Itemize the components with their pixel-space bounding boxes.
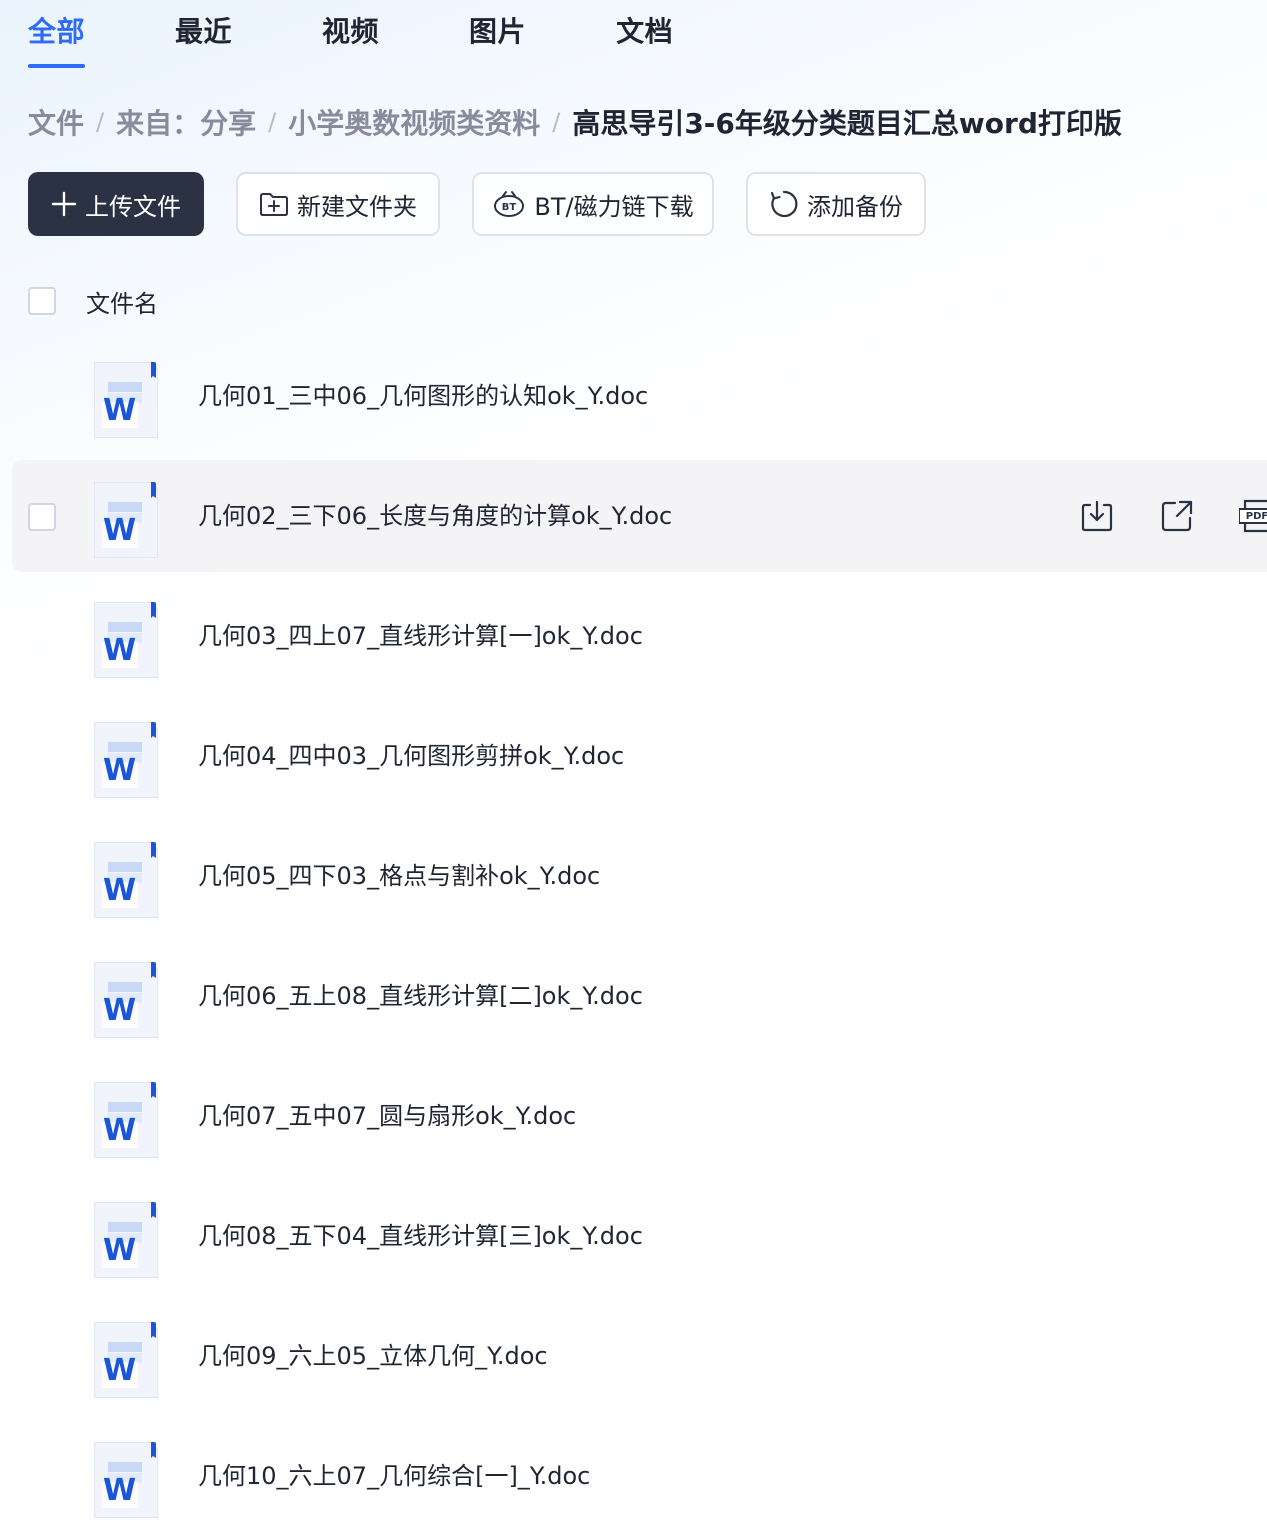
word-doc-icon: W — [93, 1441, 159, 1519]
word-letter: W — [103, 753, 137, 788]
download-icon[interactable] — [1078, 497, 1116, 535]
file-row[interactable]: W 几何06_五上08_直线形计算[二]ok_Y.doc — [12, 940, 1267, 1052]
file-row[interactable]: W 几何02_三下06_长度与角度的计算ok_Y.doc PDF — [12, 460, 1267, 572]
file-name[interactable]: 几何03_四上07_直线形计算[一]ok_Y.doc — [198, 580, 643, 692]
filename-column-header: 文件名 — [86, 289, 158, 318]
word-doc-icon: W — [93, 481, 159, 559]
pdf-label: PDF — [1245, 510, 1267, 522]
plus-icon — [51, 191, 77, 217]
word-letter: W — [103, 1473, 137, 1508]
file-name[interactable]: 几何01_三中06_几何图形的认知ok_Y.doc — [198, 340, 648, 452]
breadcrumb-separator: / — [268, 108, 277, 136]
word-doc-icon: W — [93, 361, 159, 439]
file-name[interactable]: 几何02_三下06_长度与角度的计算ok_Y.doc — [198, 460, 672, 572]
file-name[interactable]: 几何05_四下03_格点与割补ok_Y.doc — [198, 820, 600, 932]
breadcrumb-separator: / — [552, 108, 561, 136]
file-row[interactable]: W 几何01_三中06_几何图形的认知ok_Y.doc — [12, 340, 1267, 452]
bt-download-label: BT/磁力链下载 — [534, 192, 694, 221]
word-doc-icon: W — [93, 601, 159, 679]
row-checkbox[interactable] — [28, 503, 56, 531]
word-letter: W — [103, 1233, 137, 1268]
add-backup-button[interactable]: 添加备份 — [746, 172, 926, 236]
word-letter: W — [103, 1113, 137, 1148]
pdf-convert-icon[interactable]: PDF — [1238, 497, 1267, 535]
file-row[interactable]: W 几何09_六上05_立体几何_Y.doc — [12, 1300, 1267, 1412]
new-folder-button[interactable]: 新建文件夹 — [236, 172, 440, 236]
file-row[interactable]: W 几何05_四下03_格点与割补ok_Y.doc — [12, 820, 1267, 932]
word-letter: W — [103, 393, 137, 428]
word-doc-icon: W — [93, 1321, 159, 1399]
tab-video[interactable]: 视频 — [322, 10, 379, 68]
upload-file-label: 上传文件 — [85, 192, 181, 221]
tab-images[interactable]: 图片 — [469, 10, 526, 68]
file-row[interactable]: W 几何07_五中07_圆与扇形ok_Y.doc — [12, 1060, 1267, 1172]
sync-icon — [769, 189, 799, 219]
word-doc-icon: W — [93, 721, 159, 799]
row-actions: PDF — [1078, 497, 1267, 535]
upload-file-button[interactable]: 上传文件 — [28, 172, 204, 236]
word-doc-icon: W — [93, 841, 159, 919]
file-manager-page: 全部 最近 视频 图片 文档 文件 / 来自：分享 / 小学奥数视频类资料 / … — [0, 0, 1267, 1539]
folder-add-icon — [259, 191, 289, 217]
select-all-checkbox[interactable] — [28, 287, 56, 315]
file-name[interactable]: 几何09_六上05_立体几何_Y.doc — [198, 1300, 548, 1412]
file-name[interactable]: 几何08_五下04_直线形计算[三]ok_Y.doc — [198, 1180, 643, 1292]
word-letter: W — [103, 873, 137, 908]
word-letter: W — [103, 1353, 137, 1388]
new-folder-label: 新建文件夹 — [297, 192, 417, 221]
svg-text:BT: BT — [502, 202, 517, 213]
tab-recent[interactable]: 最近 — [175, 10, 232, 68]
share-icon[interactable] — [1158, 497, 1196, 535]
breadcrumb-item-files[interactable]: 文件 — [28, 102, 84, 142]
file-row[interactable]: W 几何10_六上07_几何综合[一]_Y.doc — [12, 1420, 1267, 1532]
word-doc-icon: W — [93, 961, 159, 1039]
word-doc-icon: W — [93, 1201, 159, 1279]
word-letter: W — [103, 993, 137, 1028]
tab-all[interactable]: 全部 — [28, 10, 86, 68]
file-name[interactable]: 几何07_五中07_圆与扇形ok_Y.doc — [198, 1060, 576, 1172]
breadcrumb-item-folder[interactable]: 小学奥数视频类资料 — [288, 102, 540, 142]
bt-icon: BT — [492, 190, 526, 218]
file-name[interactable]: 几何04_四中03_几何图形剪拼ok_Y.doc — [198, 700, 624, 812]
breadcrumb-separator: / — [96, 108, 105, 136]
breadcrumb-item-current: 高思导引3-6年级分类题目汇总word打印版 — [572, 107, 1122, 140]
file-row[interactable]: W 几何04_四中03_几何图形剪拼ok_Y.doc — [12, 700, 1267, 812]
list-header: 文件名 — [28, 284, 158, 318]
word-letter: W — [103, 633, 137, 668]
word-doc-icon: W — [93, 1081, 159, 1159]
file-row[interactable]: W 几何08_五下04_直线形计算[三]ok_Y.doc — [12, 1180, 1267, 1292]
breadcrumb-item-shared[interactable]: 来自：分享 — [116, 102, 256, 142]
tab-documents[interactable]: 文档 — [616, 10, 673, 68]
word-letter: W — [103, 513, 137, 548]
file-list: W 几何01_三中06_几何图形的认知ok_Y.doc W 几何02_三下06_… — [12, 340, 1267, 1539]
breadcrumb: 文件 / 来自：分享 / 小学奥数视频类资料 / 高思导引3-6年级分类题目汇总… — [28, 100, 1122, 144]
file-name[interactable]: 几何06_五上08_直线形计算[二]ok_Y.doc — [198, 940, 643, 1052]
toolbar: 上传文件 新建文件夹 BT BT/磁力链下载 添加备份 — [28, 172, 958, 236]
file-name[interactable]: 几何10_六上07_几何综合[一]_Y.doc — [198, 1420, 590, 1532]
category-tabs: 全部 最近 视频 图片 文档 — [28, 10, 763, 70]
file-row[interactable]: W 几何03_四上07_直线形计算[一]ok_Y.doc — [12, 580, 1267, 692]
add-backup-label: 添加备份 — [807, 192, 903, 221]
bt-magnet-download-button[interactable]: BT BT/磁力链下载 — [472, 172, 714, 236]
